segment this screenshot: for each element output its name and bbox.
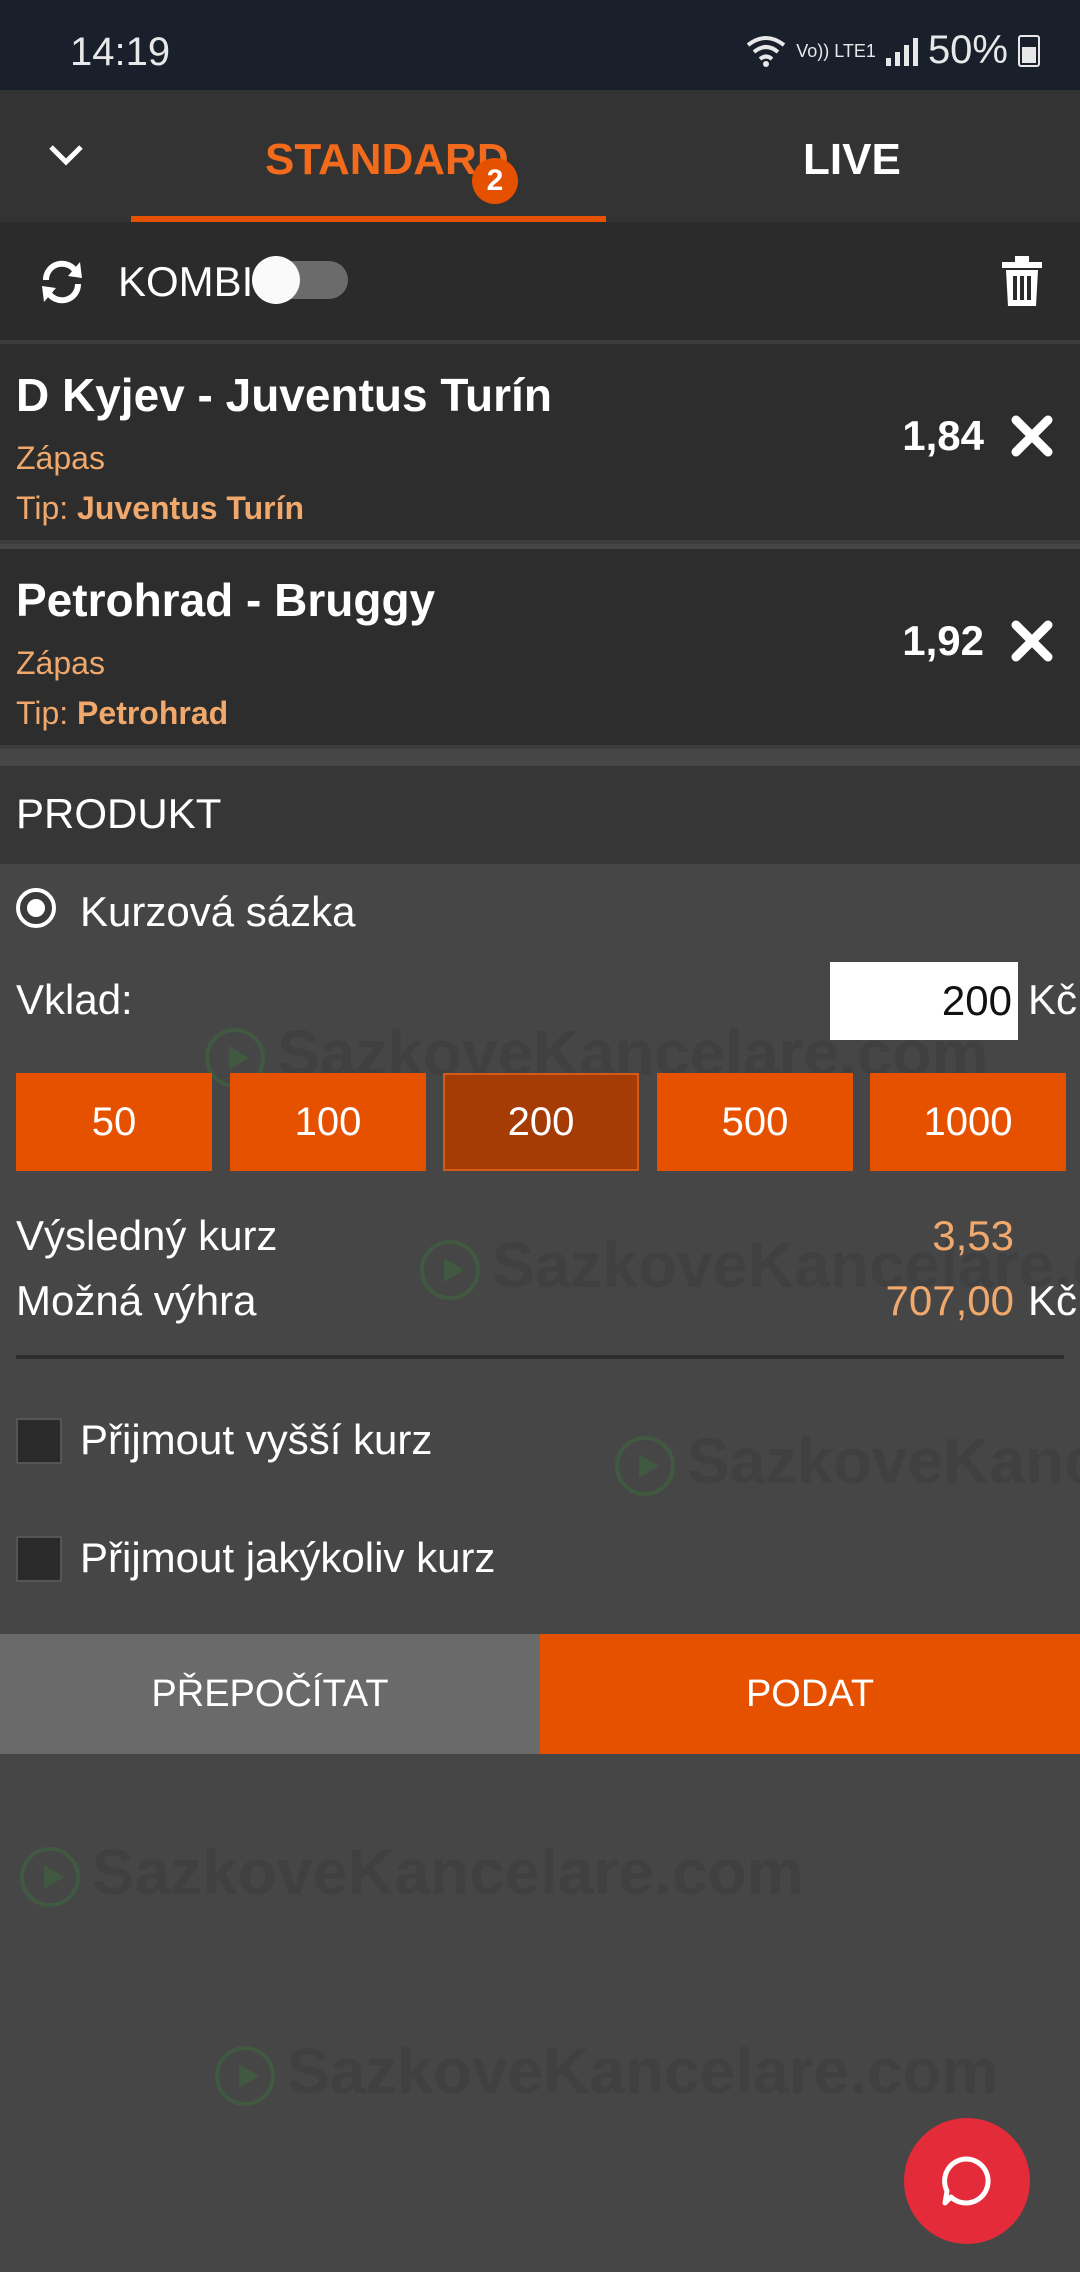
watermark: SazkoveKancelare.com [215,2034,999,2108]
network-type: Vo)) LTE1 [796,40,876,61]
accept-higher-odds-label[interactable]: Přijmout vyšší kurz [80,1416,432,1464]
remove-bet-icon[interactable] [1010,619,1054,663]
produkt-title: PRODUKT [16,790,222,837]
divider [16,1355,1064,1359]
wifi-icon [747,35,786,67]
possible-win-label: Možná výhra [16,1277,257,1324]
trash-icon[interactable] [1000,256,1044,308]
win-currency: Kč [1028,1277,1078,1324]
chat-icon [942,2156,991,2206]
tab-live[interactable]: LIVE [803,135,901,185]
battery-percent: 50% [927,28,1008,72]
battery-icon [1018,34,1040,67]
chevron-down-icon[interactable] [45,135,87,177]
total-odds-label: Výsledný kurz [16,1212,278,1259]
bet-odd: 1,92 [902,617,984,664]
quick-stake-50[interactable]: 50 [16,1073,212,1171]
accept-any-odds-label[interactable]: Přijmout jakýkoliv kurz [80,1534,495,1582]
bet-market: Zápas [16,645,105,681]
status-time: 14:19 [70,30,171,74]
bet-item: Petrohrad - Bruggy Zápas Tip: Petrohrad … [0,549,1080,749]
quick-stake-500[interactable]: 500 [657,1073,853,1171]
watermark: SazkoveKancelare.com [20,1835,804,1909]
quick-stake-200[interactable]: 200 [443,1073,639,1171]
vklad-label: Vklad: [16,976,133,1023]
possible-win-value: 707,00 [885,1277,1014,1324]
currency-label: Kč [1028,976,1078,1023]
total-odds-value: 3,53 [932,1212,1014,1259]
signal-icon [885,36,918,66]
watermark: SazkoveKancelare.com [615,1424,1080,1498]
remove-bet-icon[interactable] [1010,414,1054,458]
kurzova-sazka-label[interactable]: Kurzová sázka [80,888,355,936]
bet-tip: Tip: Petrohrad [16,695,229,731]
accept-higher-odds-checkbox[interactable] [16,1418,62,1464]
stake-input[interactable] [830,962,1018,1040]
bet-market: Zápas [16,440,105,476]
quick-stake-1000[interactable]: 1000 [870,1073,1066,1171]
kombi-label: KOMBI [118,258,254,305]
status-bar: 14:19 Vo)) LTE1 50% [0,0,1080,90]
betslip-tabs [0,90,1080,222]
kombi-toggle[interactable] [252,256,348,304]
kurzova-sazka-radio[interactable] [16,888,56,928]
accept-any-odds-checkbox[interactable] [16,1536,62,1582]
bet-count-badge: 2 [472,158,518,204]
bet-match: D Kyjev - Juventus Turín [16,369,552,421]
submit-button[interactable]: PODAT [540,1634,1080,1754]
quick-stake-100[interactable]: 100 [230,1073,426,1171]
status-icons: Vo)) LTE1 50% [746,28,1040,73]
bet-odd: 1,84 [902,412,984,459]
recalculate-button[interactable]: PŘEPOČÍTAT [0,1634,540,1754]
bet-match: Petrohrad - Bruggy [16,574,436,626]
bet-item: D Kyjev - Juventus Turín Zápas Tip: Juve… [0,344,1080,544]
chat-button[interactable] [904,2118,1030,2244]
refresh-icon[interactable] [36,256,88,308]
bet-tip: Tip: Juventus Turín [16,490,305,526]
